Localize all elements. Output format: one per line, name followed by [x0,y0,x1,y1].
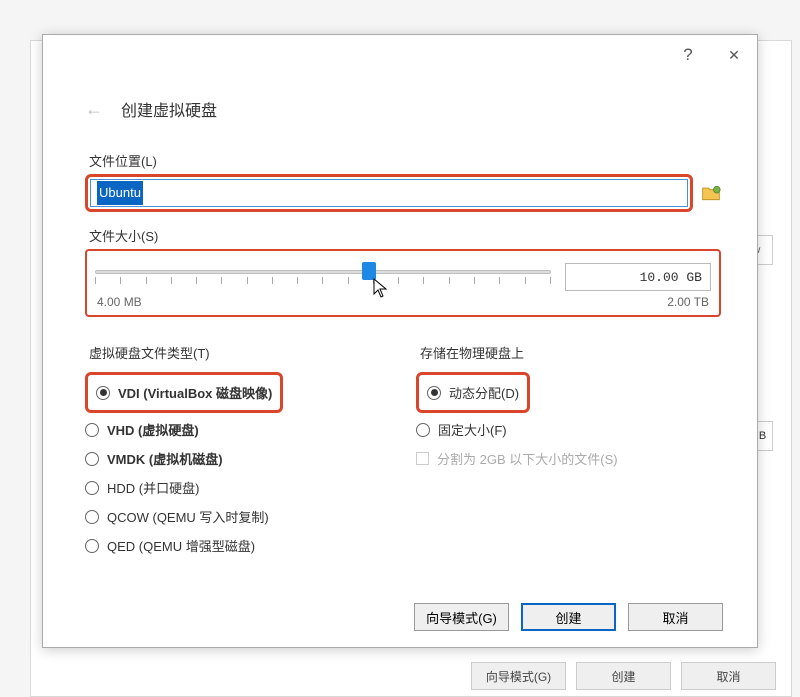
create-virtual-disk-dialog: ? ✕ ← 创建虚拟硬盘 文件位置(L) Ubuntu 文件大小(S) [42,34,758,648]
size-slider[interactable] [95,270,551,284]
disk-type-hdd[interactable]: HDD (并口硬盘) [85,473,390,502]
disk-type-vdi[interactable]: VDI (VirtualBox 磁盘映像) [96,378,272,407]
storage-highlight: 动态分配(D) [416,372,530,413]
slider-min-label: 4.00 MB [97,295,142,309]
disk-type-qcow[interactable]: QCOW (QEMU 写入时复制) [85,502,390,531]
bg-cancel-button[interactable]: 取消 [681,662,776,690]
bg-create-button[interactable]: 创建 [576,662,671,690]
slider-max-label: 2.00 TB [667,295,709,309]
file-location-label: 文件位置(L) [89,151,717,170]
storage-opt-label: 动态分配(D) [449,383,519,402]
radio-icon [85,539,99,553]
disk-type-vmdk[interactable]: VMDK (虚拟机磁盘) [85,444,390,473]
bg-guide-button[interactable]: 向导模式(G) [471,662,566,690]
file-location-highlight: Ubuntu [85,174,693,212]
disk-type-highlight: VDI (VirtualBox 磁盘映像) [85,372,283,413]
storage-dynamic[interactable]: 动态分配(D) [427,378,519,407]
guide-mode-button[interactable]: 向导模式(G) [414,603,509,631]
storage-group: 动态分配(D) 固定大小(F) 分割为 2GB 以下大小的文件(S) [416,366,721,477]
radio-icon [85,510,99,524]
disk-type-label: 虚拟硬盘文件类型(T) [89,343,386,362]
file-size-highlight: 10.00 GB 4.00 MB 2.00 TB [85,249,721,317]
file-location-input[interactable]: Ubuntu [90,179,688,207]
split-2gb-checkbox: 分割为 2GB 以下大小的文件(S) [416,444,721,473]
disk-type-vhd[interactable]: VHD (虚拟硬盘) [85,415,390,444]
disk-type-label-text: VDI (VirtualBox 磁盘映像) [118,383,272,402]
split-label: 分割为 2GB 以下大小的文件(S) [437,449,618,468]
checkbox-icon [416,452,429,465]
disk-type-label-text: VMDK (虚拟机磁盘) [107,449,223,468]
radio-icon [85,423,99,437]
help-button[interactable]: ? [665,37,711,73]
storage-fixed[interactable]: 固定大小(F) [416,415,721,444]
disk-type-label-text: QCOW (QEMU 写入时复制) [107,507,269,526]
radio-icon [96,386,110,400]
radio-icon [85,452,99,466]
radio-icon [416,423,430,437]
slider-thumb[interactable] [362,262,376,280]
disk-type-label-text: HDD (并口硬盘) [107,478,199,497]
storage-opt-label: 固定大小(F) [438,420,507,439]
file-location-value: Ubuntu [97,181,143,205]
size-value-box[interactable]: 10.00 GB [565,263,711,291]
browse-folder-icon[interactable] [701,184,721,202]
close-button[interactable]: ✕ [711,37,757,73]
disk-type-group: VDI (VirtualBox 磁盘映像) VHD (虚拟硬盘) VMDK (虚… [85,366,390,564]
create-button[interactable]: 创建 [521,603,616,631]
disk-type-qed[interactable]: QED (QEMU 增强型磁盘) [85,531,390,560]
file-size-label: 文件大小(S) [89,226,717,245]
cancel-button[interactable]: 取消 [628,603,723,631]
back-arrow-icon[interactable]: ← [85,99,103,120]
dialog-title: 创建虚拟硬盘 [121,97,217,121]
disk-type-label-text: VHD (虚拟硬盘) [107,420,199,439]
radio-icon [85,481,99,495]
storage-label: 存储在物理硬盘上 [420,343,717,362]
disk-type-label-text: QED (QEMU 增强型磁盘) [107,536,255,555]
radio-icon [427,386,441,400]
